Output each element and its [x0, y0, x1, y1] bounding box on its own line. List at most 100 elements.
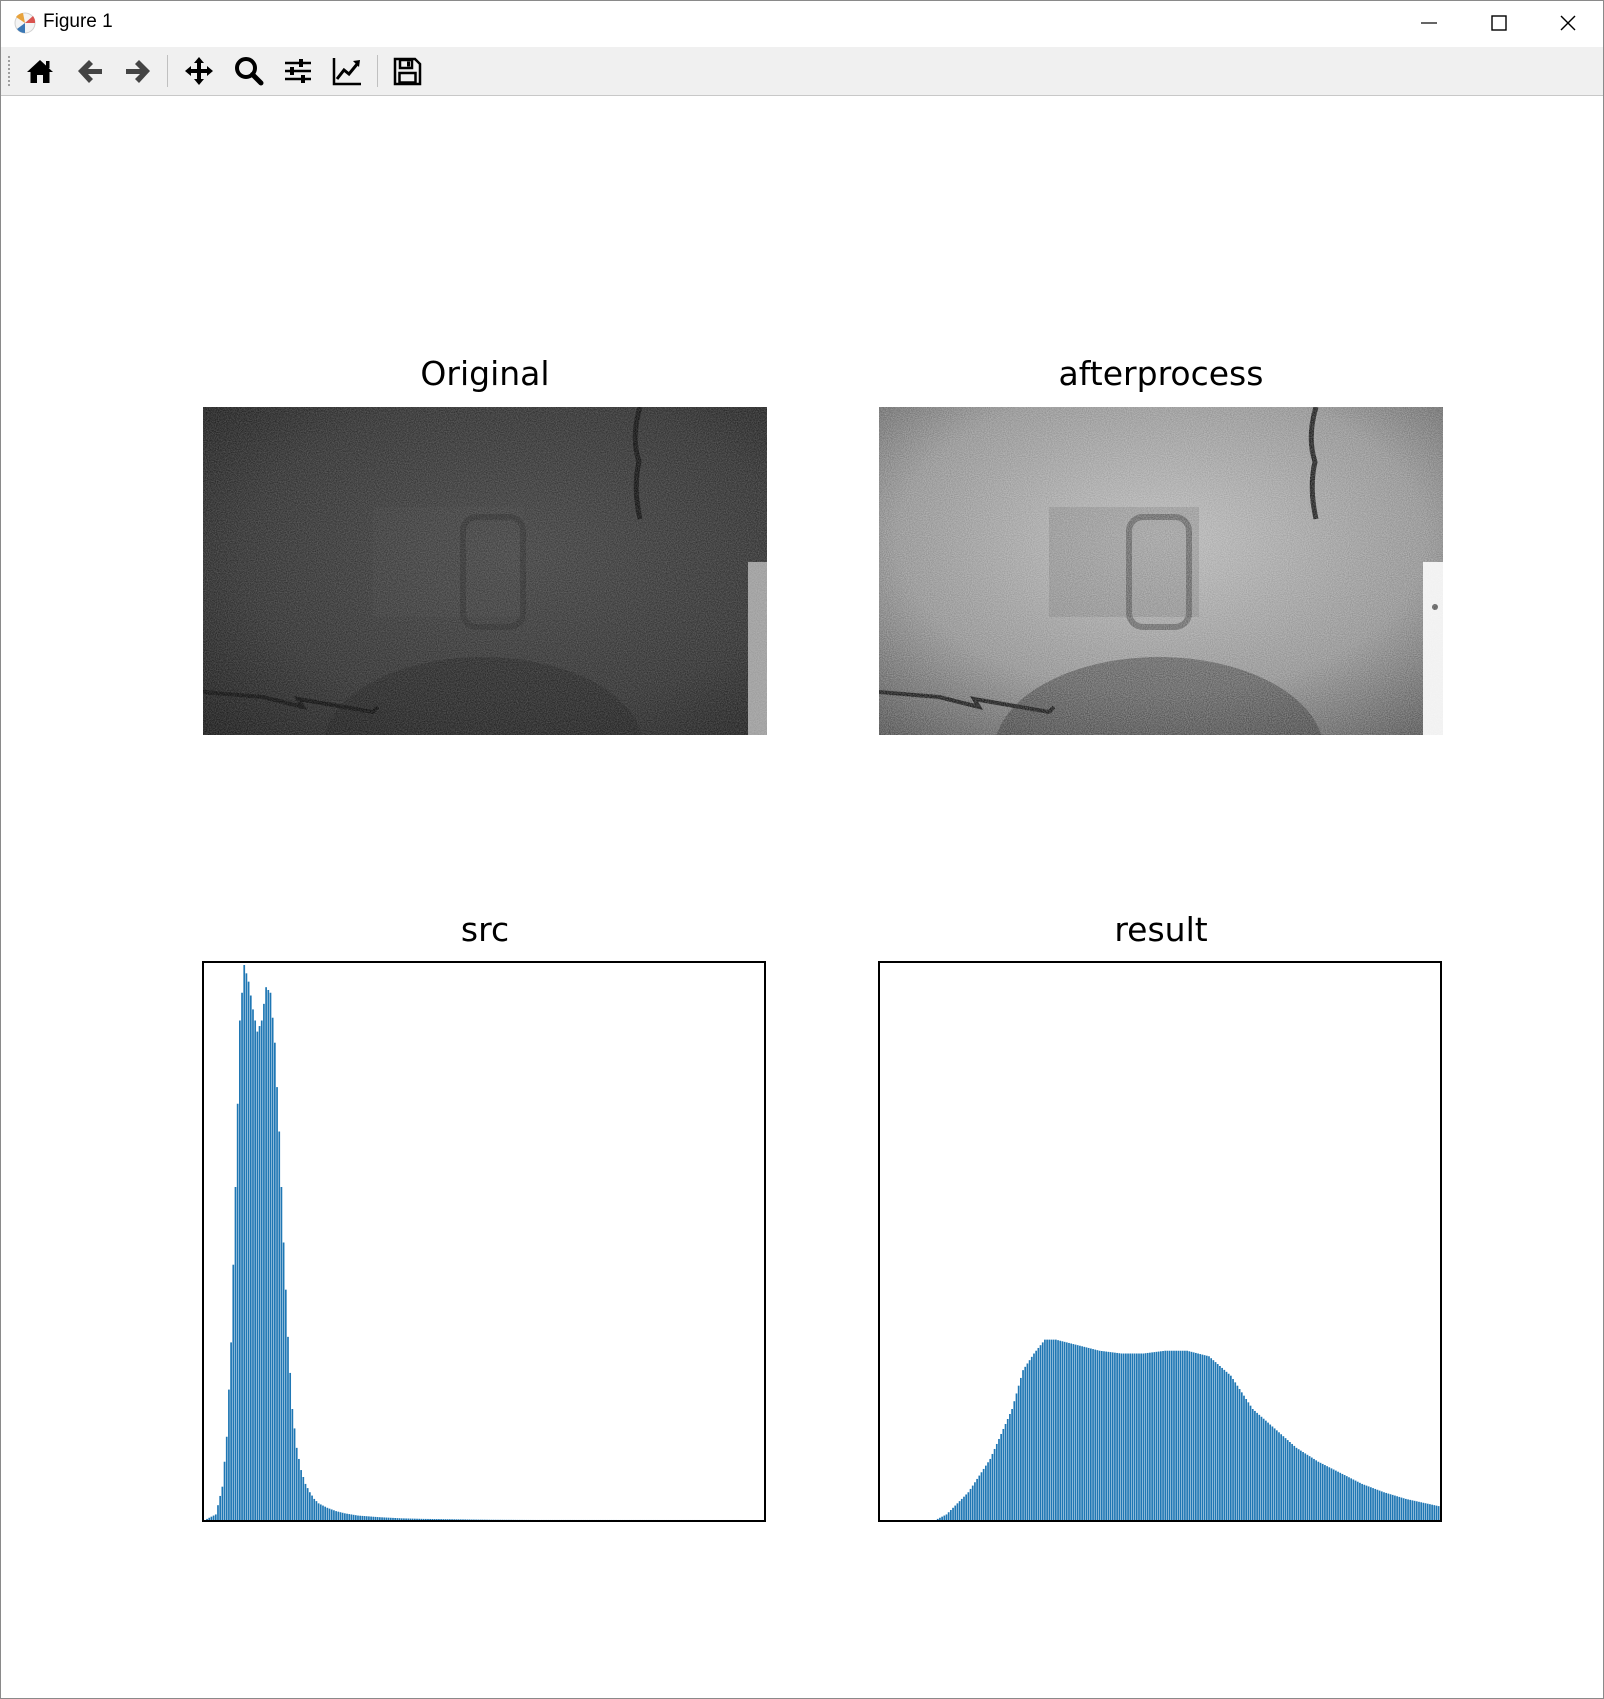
result-histogram-bar [1341, 1473, 1344, 1520]
src-histogram-bar [206, 1518, 208, 1520]
src-histogram-bar [278, 1131, 281, 1520]
forward-button[interactable] [118, 53, 158, 89]
src-histogram-bar [392, 1517, 394, 1520]
zoom-button[interactable] [229, 53, 269, 89]
configure-subplots-button[interactable] [278, 53, 318, 89]
src-histogram-bar [346, 1513, 348, 1520]
result-histogram-bar [1072, 1344, 1075, 1520]
original-title: Original [420, 354, 550, 393]
src-histogram-bar [422, 1518, 425, 1520]
src-histogram-bar [468, 1519, 471, 1520]
toolbar-grip[interactable] [7, 55, 11, 87]
result-histogram-bar [1138, 1353, 1140, 1520]
result-histogram-bar [1343, 1475, 1346, 1520]
move-icon [185, 57, 213, 85]
result-histogram-bar [1149, 1352, 1151, 1520]
floppy-disk-icon [393, 57, 422, 86]
result-histogram-bar [1313, 1458, 1315, 1520]
result-histogram-bar [1017, 1385, 1020, 1520]
src-histogram-bar [322, 1505, 324, 1520]
result-histogram-bar [1391, 1494, 1394, 1520]
src-histogram-bar [365, 1516, 368, 1520]
src-histogram-bar [339, 1512, 342, 1520]
result-histogram-bar [1052, 1339, 1055, 1520]
src-histogram-bar [208, 1517, 211, 1520]
result-histogram-bar [1413, 1500, 1416, 1520]
back-button[interactable] [70, 53, 110, 89]
result-histogram-bar [1230, 1375, 1232, 1520]
result-histogram-bar [1354, 1480, 1357, 1520]
src-histogram-bar [295, 1447, 298, 1520]
title-bar[interactable]: Figure 1 [1, 1, 1603, 45]
result-histogram-bar [1295, 1447, 1298, 1520]
result-histogram-bar [1415, 1501, 1418, 1520]
minimize-button[interactable] [1394, 1, 1464, 45]
figure-canvas[interactable]: Original afterprocess src result [1, 96, 1603, 1698]
result-histogram-bar [1234, 1382, 1237, 1520]
maximize-icon [1491, 15, 1507, 31]
result-histogram-bar [1028, 1360, 1031, 1520]
result-histogram-bar [1297, 1449, 1300, 1520]
result-histogram-bar [1254, 1410, 1256, 1520]
result-histogram-bar [1326, 1466, 1328, 1520]
src-histogram-bar [385, 1517, 388, 1520]
result-histogram-bar [1151, 1352, 1153, 1520]
result-histogram-bar [1367, 1486, 1370, 1520]
result-histogram-bar [1400, 1497, 1403, 1520]
src-histogram-bar [368, 1516, 370, 1520]
result-histogram-bar [1265, 1420, 1267, 1520]
src-histogram-bar [214, 1514, 217, 1520]
result-histogram-bar [980, 1472, 983, 1520]
result-histogram-bar [1044, 1339, 1046, 1520]
result-histogram-bar [941, 1516, 943, 1520]
result-histogram-bar [976, 1478, 978, 1520]
result-histogram-bar [963, 1496, 965, 1520]
result-histogram-bar [1079, 1345, 1081, 1520]
src-histogram-bar [383, 1517, 386, 1520]
src-histogram-bar [453, 1519, 456, 1520]
result-histogram-bar [1418, 1501, 1420, 1520]
src-histogram-bar [293, 1428, 296, 1520]
src-histogram-bar [217, 1505, 219, 1520]
src-histogram-bar [234, 1187, 237, 1520]
home-button[interactable] [20, 53, 60, 89]
result-histogram-bar [1260, 1416, 1263, 1520]
src-histogram-bar [414, 1518, 416, 1520]
src-histogram-bar [416, 1518, 418, 1520]
src-histogram-bar [243, 965, 246, 1520]
src-histogram-bar [409, 1518, 412, 1520]
src-histogram-bar [459, 1519, 462, 1520]
pan-button[interactable] [179, 53, 219, 89]
edit-axes-button[interactable] [327, 53, 367, 89]
result-histogram-bar [1168, 1350, 1171, 1520]
result-histogram-bar [1022, 1370, 1024, 1520]
result-histogram-bar [1310, 1457, 1313, 1520]
result-histogram-bar [1335, 1470, 1337, 1520]
magnifier-icon [235, 57, 264, 86]
src-histogram-bar [341, 1512, 344, 1520]
navigation-toolbar [1, 47, 1603, 96]
src-histogram-bar [300, 1470, 302, 1520]
close-button[interactable] [1533, 1, 1603, 45]
src-histogram-bar [394, 1518, 397, 1520]
result-histogram-bar [1160, 1351, 1162, 1520]
src-histogram-bar [271, 1017, 274, 1520]
result-histogram-bar [1153, 1352, 1156, 1520]
src-histogram-bar [352, 1514, 355, 1520]
src-histogram-bar [470, 1519, 473, 1520]
src-histogram-plot [206, 965, 742, 1520]
result-histogram-bar [1105, 1351, 1108, 1520]
result-histogram-bar [1192, 1352, 1195, 1520]
close-icon [1560, 15, 1576, 31]
src-histogram-bar [249, 995, 252, 1520]
result-histogram-bar [1389, 1494, 1392, 1520]
result-histogram-bar [1096, 1350, 1099, 1520]
maximize-button[interactable] [1464, 1, 1534, 45]
result-histogram-bar [1179, 1350, 1182, 1520]
src-histogram-bar [363, 1516, 366, 1520]
result-histogram-bar [936, 1518, 939, 1520]
result-histogram-bar [1426, 1503, 1429, 1520]
result-histogram-bar [1411, 1500, 1414, 1520]
src-histogram-bar [449, 1519, 451, 1520]
save-button[interactable] [387, 53, 427, 89]
